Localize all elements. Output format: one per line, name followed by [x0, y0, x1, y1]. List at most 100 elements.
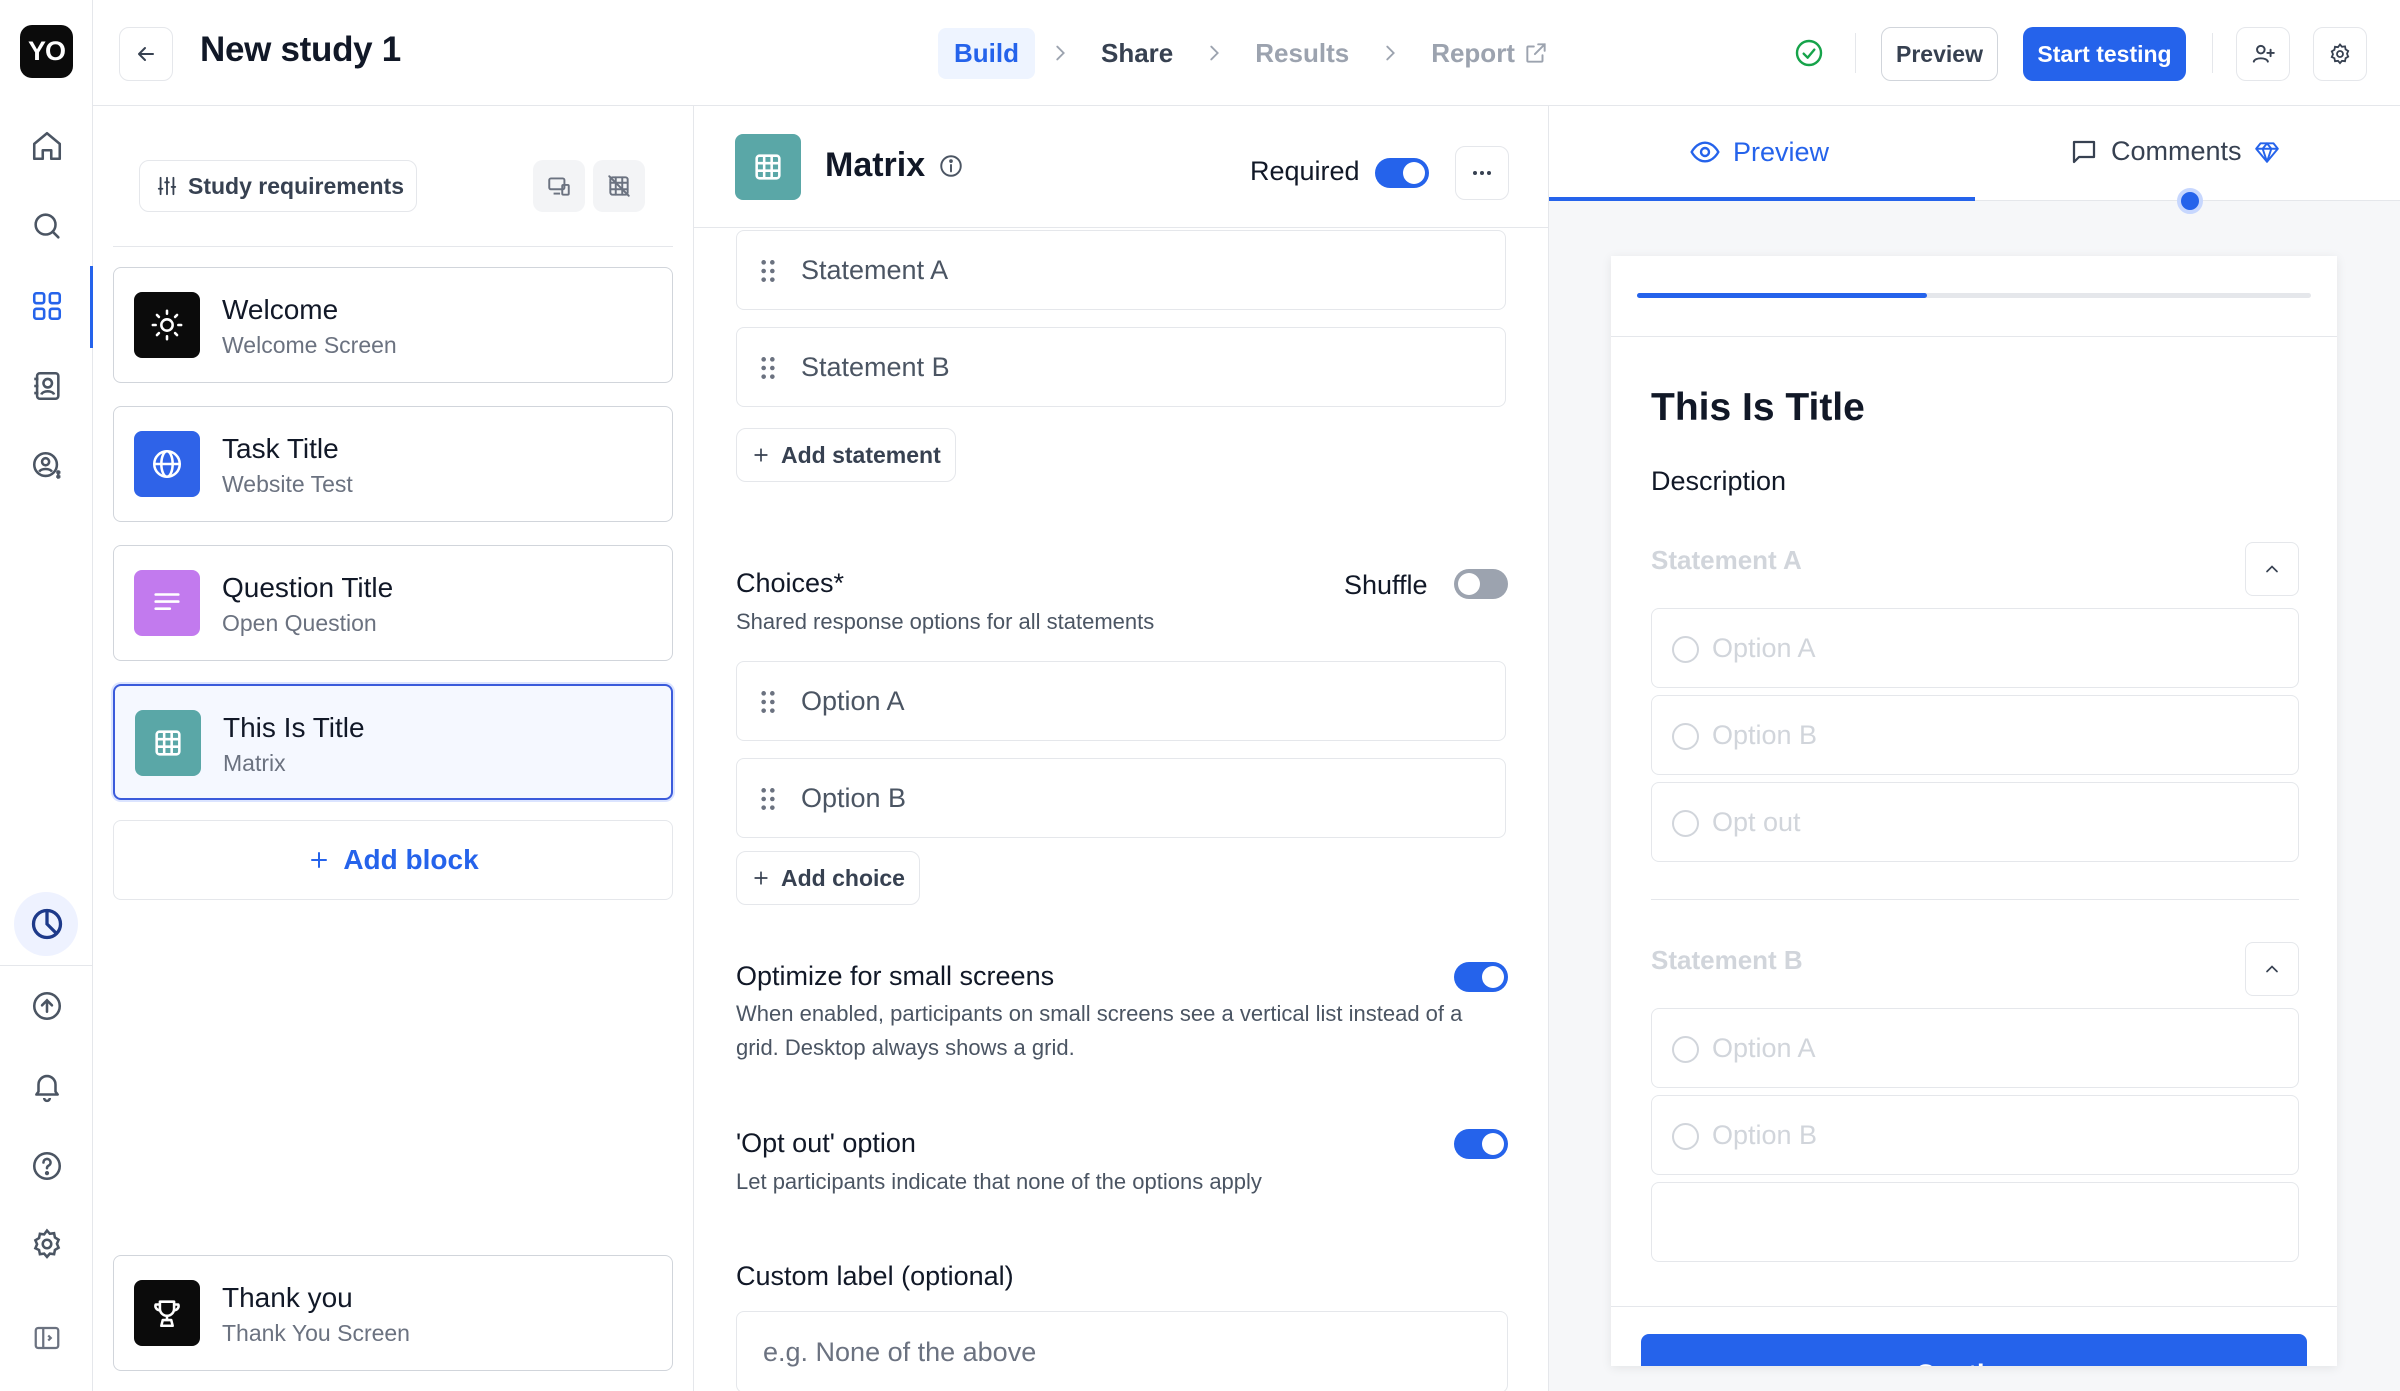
studies-grid-icon[interactable] — [25, 284, 69, 328]
back-button[interactable] — [119, 27, 173, 81]
add-block-label: Add block — [343, 844, 479, 875]
radio-option[interactable]: Option B — [1651, 695, 2299, 775]
statement-text[interactable]: Statement B — [801, 352, 950, 383]
blocks-sidebar: Study requirements Welcome Welcome Scree… — [93, 106, 694, 1391]
choice-row[interactable]: Option B — [736, 758, 1506, 838]
step-build[interactable]: Build — [938, 27, 1035, 79]
editor-header: Matrix Required — [694, 106, 1548, 228]
choice-text[interactable]: Option A — [801, 686, 905, 717]
block-editor: Matrix Required Statement A Statement B … — [694, 106, 1548, 1391]
opt-out-toggle[interactable] — [1454, 1129, 1508, 1159]
continue-button[interactable]: Continue — [1641, 1334, 2307, 1366]
choices-description: Shared response options for all statemen… — [736, 609, 1155, 634]
block-card-question[interactable]: Question Title Open Question — [113, 545, 673, 661]
search-icon[interactable] — [25, 204, 69, 248]
statement-row[interactable]: Statement B — [736, 327, 1506, 407]
help-icon[interactable] — [25, 1144, 69, 1188]
block-title: Task Title — [222, 433, 339, 464]
preview-button[interactable]: Preview — [1881, 27, 1998, 81]
block-title: Question Title — [222, 572, 394, 603]
comment-marker[interactable] — [2177, 188, 2203, 214]
add-choice-button[interactable]: Add choice — [736, 851, 920, 905]
custom-label-input[interactable]: e.g. None of the above — [736, 1311, 1508, 1391]
option-label: Option A — [1712, 633, 1816, 663]
app-logo[interactable]: YO — [20, 25, 73, 78]
sidebar-divider — [113, 246, 673, 247]
usage-pie-icon[interactable] — [25, 902, 69, 946]
toolbar-divider — [2212, 33, 2213, 73]
radio-option[interactable]: Option A — [1651, 608, 2299, 688]
drag-handle-icon[interactable] — [759, 258, 777, 284]
user-plus-icon — [2252, 44, 2275, 63]
radio-button[interactable] — [1672, 1123, 1699, 1150]
invite-collaborator-button[interactable] — [2236, 27, 2290, 81]
contacts-icon[interactable] — [25, 364, 69, 408]
grid-icon — [735, 134, 801, 200]
choice-text[interactable]: Option B — [801, 783, 906, 814]
drag-handle-icon[interactable] — [759, 689, 777, 715]
collapse-sidebar-icon[interactable] — [25, 1316, 69, 1360]
add-statement-button[interactable]: Add statement — [736, 428, 956, 482]
study-requirements-button[interactable]: Study requirements — [139, 160, 417, 212]
radio-option[interactable]: Option A — [1651, 1008, 2299, 1088]
radio-option[interactable] — [1651, 1182, 2299, 1262]
required-toggle[interactable] — [1375, 158, 1429, 188]
collapse-statement-button[interactable] — [2245, 542, 2299, 596]
block-card-task[interactable]: Task Title Website Test — [113, 406, 673, 522]
optimize-label: Optimize for small screens — [736, 961, 1055, 991]
drag-handle-icon[interactable] — [759, 786, 777, 812]
rail-divider — [0, 965, 93, 966]
drag-handle-icon[interactable] — [759, 355, 777, 381]
optimize-toggle[interactable] — [1454, 962, 1508, 992]
radio-button[interactable] — [1672, 723, 1699, 750]
statement-row[interactable]: Statement A — [736, 230, 1506, 310]
radio-option[interactable]: Option B — [1651, 1095, 2299, 1175]
block-card-welcome[interactable]: Welcome Welcome Screen — [113, 267, 673, 383]
start-testing-button[interactable]: Start testing — [2023, 27, 2186, 81]
sliders-icon — [157, 176, 177, 196]
radio-button[interactable] — [1672, 636, 1699, 663]
device-preview-button[interactable] — [533, 160, 585, 212]
option-label: Opt out — [1712, 807, 1801, 837]
step-navigation: Build Share Results Report — [938, 26, 1565, 80]
block-subtitle: Website Test — [222, 471, 353, 497]
collapse-statement-button[interactable] — [2245, 942, 2299, 996]
step-share[interactable]: Share — [1085, 28, 1189, 79]
info-icon[interactable] — [938, 153, 964, 179]
home-icon[interactable] — [25, 124, 69, 168]
eye-icon — [1690, 141, 1720, 163]
step-results: Results — [1255, 37, 1350, 68]
study-requirements-label: Study requirements — [188, 172, 404, 199]
more-options-button[interactable] — [1455, 146, 1509, 200]
settings-gear-icon[interactable] — [25, 1222, 69, 1266]
tab-preview[interactable]: Preview — [1689, 136, 1829, 168]
add-block-button[interactable]: Add block — [113, 820, 673, 900]
shuffle-toggle[interactable] — [1454, 569, 1508, 599]
choice-row[interactable]: Option A — [736, 661, 1506, 741]
grid-icon — [135, 710, 201, 776]
add-choice-label: Add choice — [781, 864, 905, 891]
toolbar-divider — [1855, 33, 1856, 73]
upgrade-icon[interactable] — [25, 984, 69, 1028]
statement-text[interactable]: Statement A — [801, 255, 948, 286]
block-subtitle: Thank You Screen — [222, 1320, 410, 1346]
chevron-right-icon — [1049, 42, 1071, 64]
study-settings-button[interactable] — [2313, 27, 2367, 81]
hide-media-button[interactable] — [593, 160, 645, 212]
radio-button[interactable] — [1672, 1036, 1699, 1063]
study-title[interactable]: New study 1 — [200, 30, 401, 70]
plus-icon — [311, 852, 328, 868]
nav-rail: YO — [0, 0, 93, 1391]
chevron-right-icon — [1379, 42, 1401, 64]
diamond-premium-icon — [2254, 141, 2279, 163]
block-card-matrix[interactable]: This Is Title Matrix — [113, 684, 673, 800]
tab-comments[interactable]: Comments — [2069, 136, 2280, 167]
bell-icon[interactable] — [25, 1064, 69, 1108]
radio-option[interactable]: Opt out — [1651, 782, 2299, 862]
preview-tabs: Preview Comments — [1549, 106, 2400, 201]
opt-out-description: Let participants indicate that none of t… — [736, 1169, 1262, 1194]
radio-button[interactable] — [1672, 810, 1699, 837]
user-billing-icon[interactable] — [25, 444, 69, 488]
block-card-thank-you[interactable]: Thank you Thank You Screen — [113, 1255, 673, 1371]
step-report-label: Report — [1431, 37, 1515, 68]
